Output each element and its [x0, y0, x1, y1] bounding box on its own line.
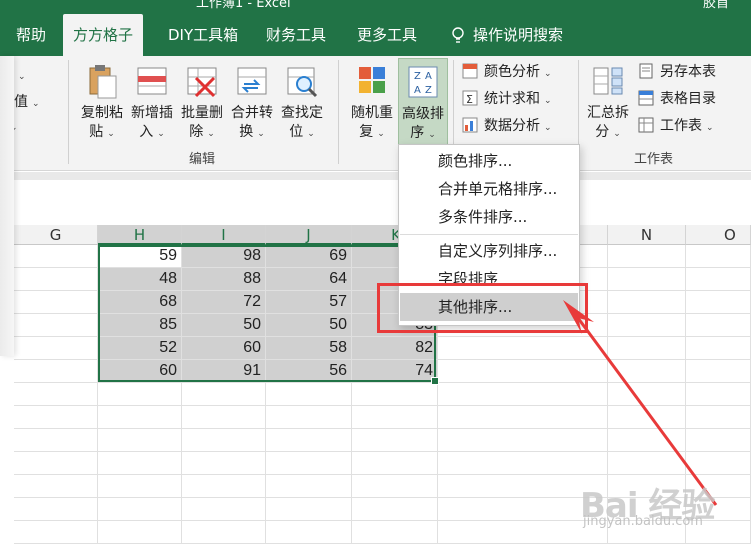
- watermark-url: jingyan.baidu.com: [583, 514, 703, 529]
- annotation-arrow: [563, 300, 718, 506]
